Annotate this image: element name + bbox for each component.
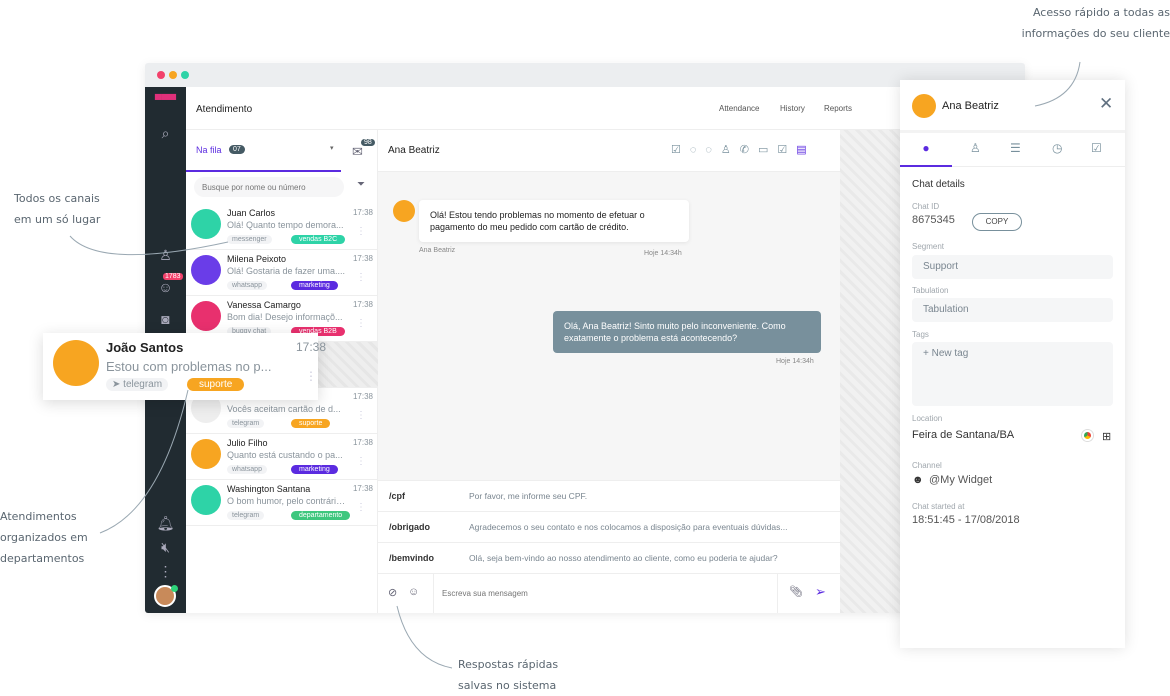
arrow-client-info bbox=[1034, 61, 1081, 107]
arrow-channels bbox=[69, 235, 229, 256]
annotation-arrows bbox=[69, 61, 1081, 669]
arrow-departments bbox=[99, 389, 189, 534]
arrow-quick-replies bbox=[396, 605, 453, 669]
